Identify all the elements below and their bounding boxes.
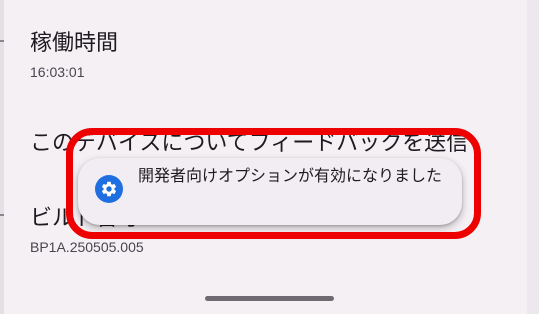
toast-notification: 開発者向けオプションが有効になりました [78,158,462,225]
gesture-navigation-handle[interactable] [205,296,334,301]
setting-uptime-title: 稼働時間 [30,31,119,56]
divider-tick [0,40,4,42]
left-divider [0,0,4,314]
toast-message: 開発者向けオプションが有効になりました [138,166,443,185]
settings-gear-icon [95,175,123,203]
setting-send-feedback[interactable]: このデバイスについてフィードバックを送信 [30,130,468,158]
setting-send-feedback-title: このデバイスについてフィードバックを送信 [30,131,469,156]
right-edge [527,0,539,314]
setting-build-number-value: BP1A.250505.005 [30,239,144,255]
setting-uptime[interactable]: 稼働時間 16:03:01 [30,30,118,81]
divider-tick [0,214,4,216]
setting-uptime-value: 16:03:01 [30,64,85,80]
settings-screen: 稼働時間 16:03:01 このデバイスについてフィードバックを送信 ビルド番号… [0,0,539,314]
